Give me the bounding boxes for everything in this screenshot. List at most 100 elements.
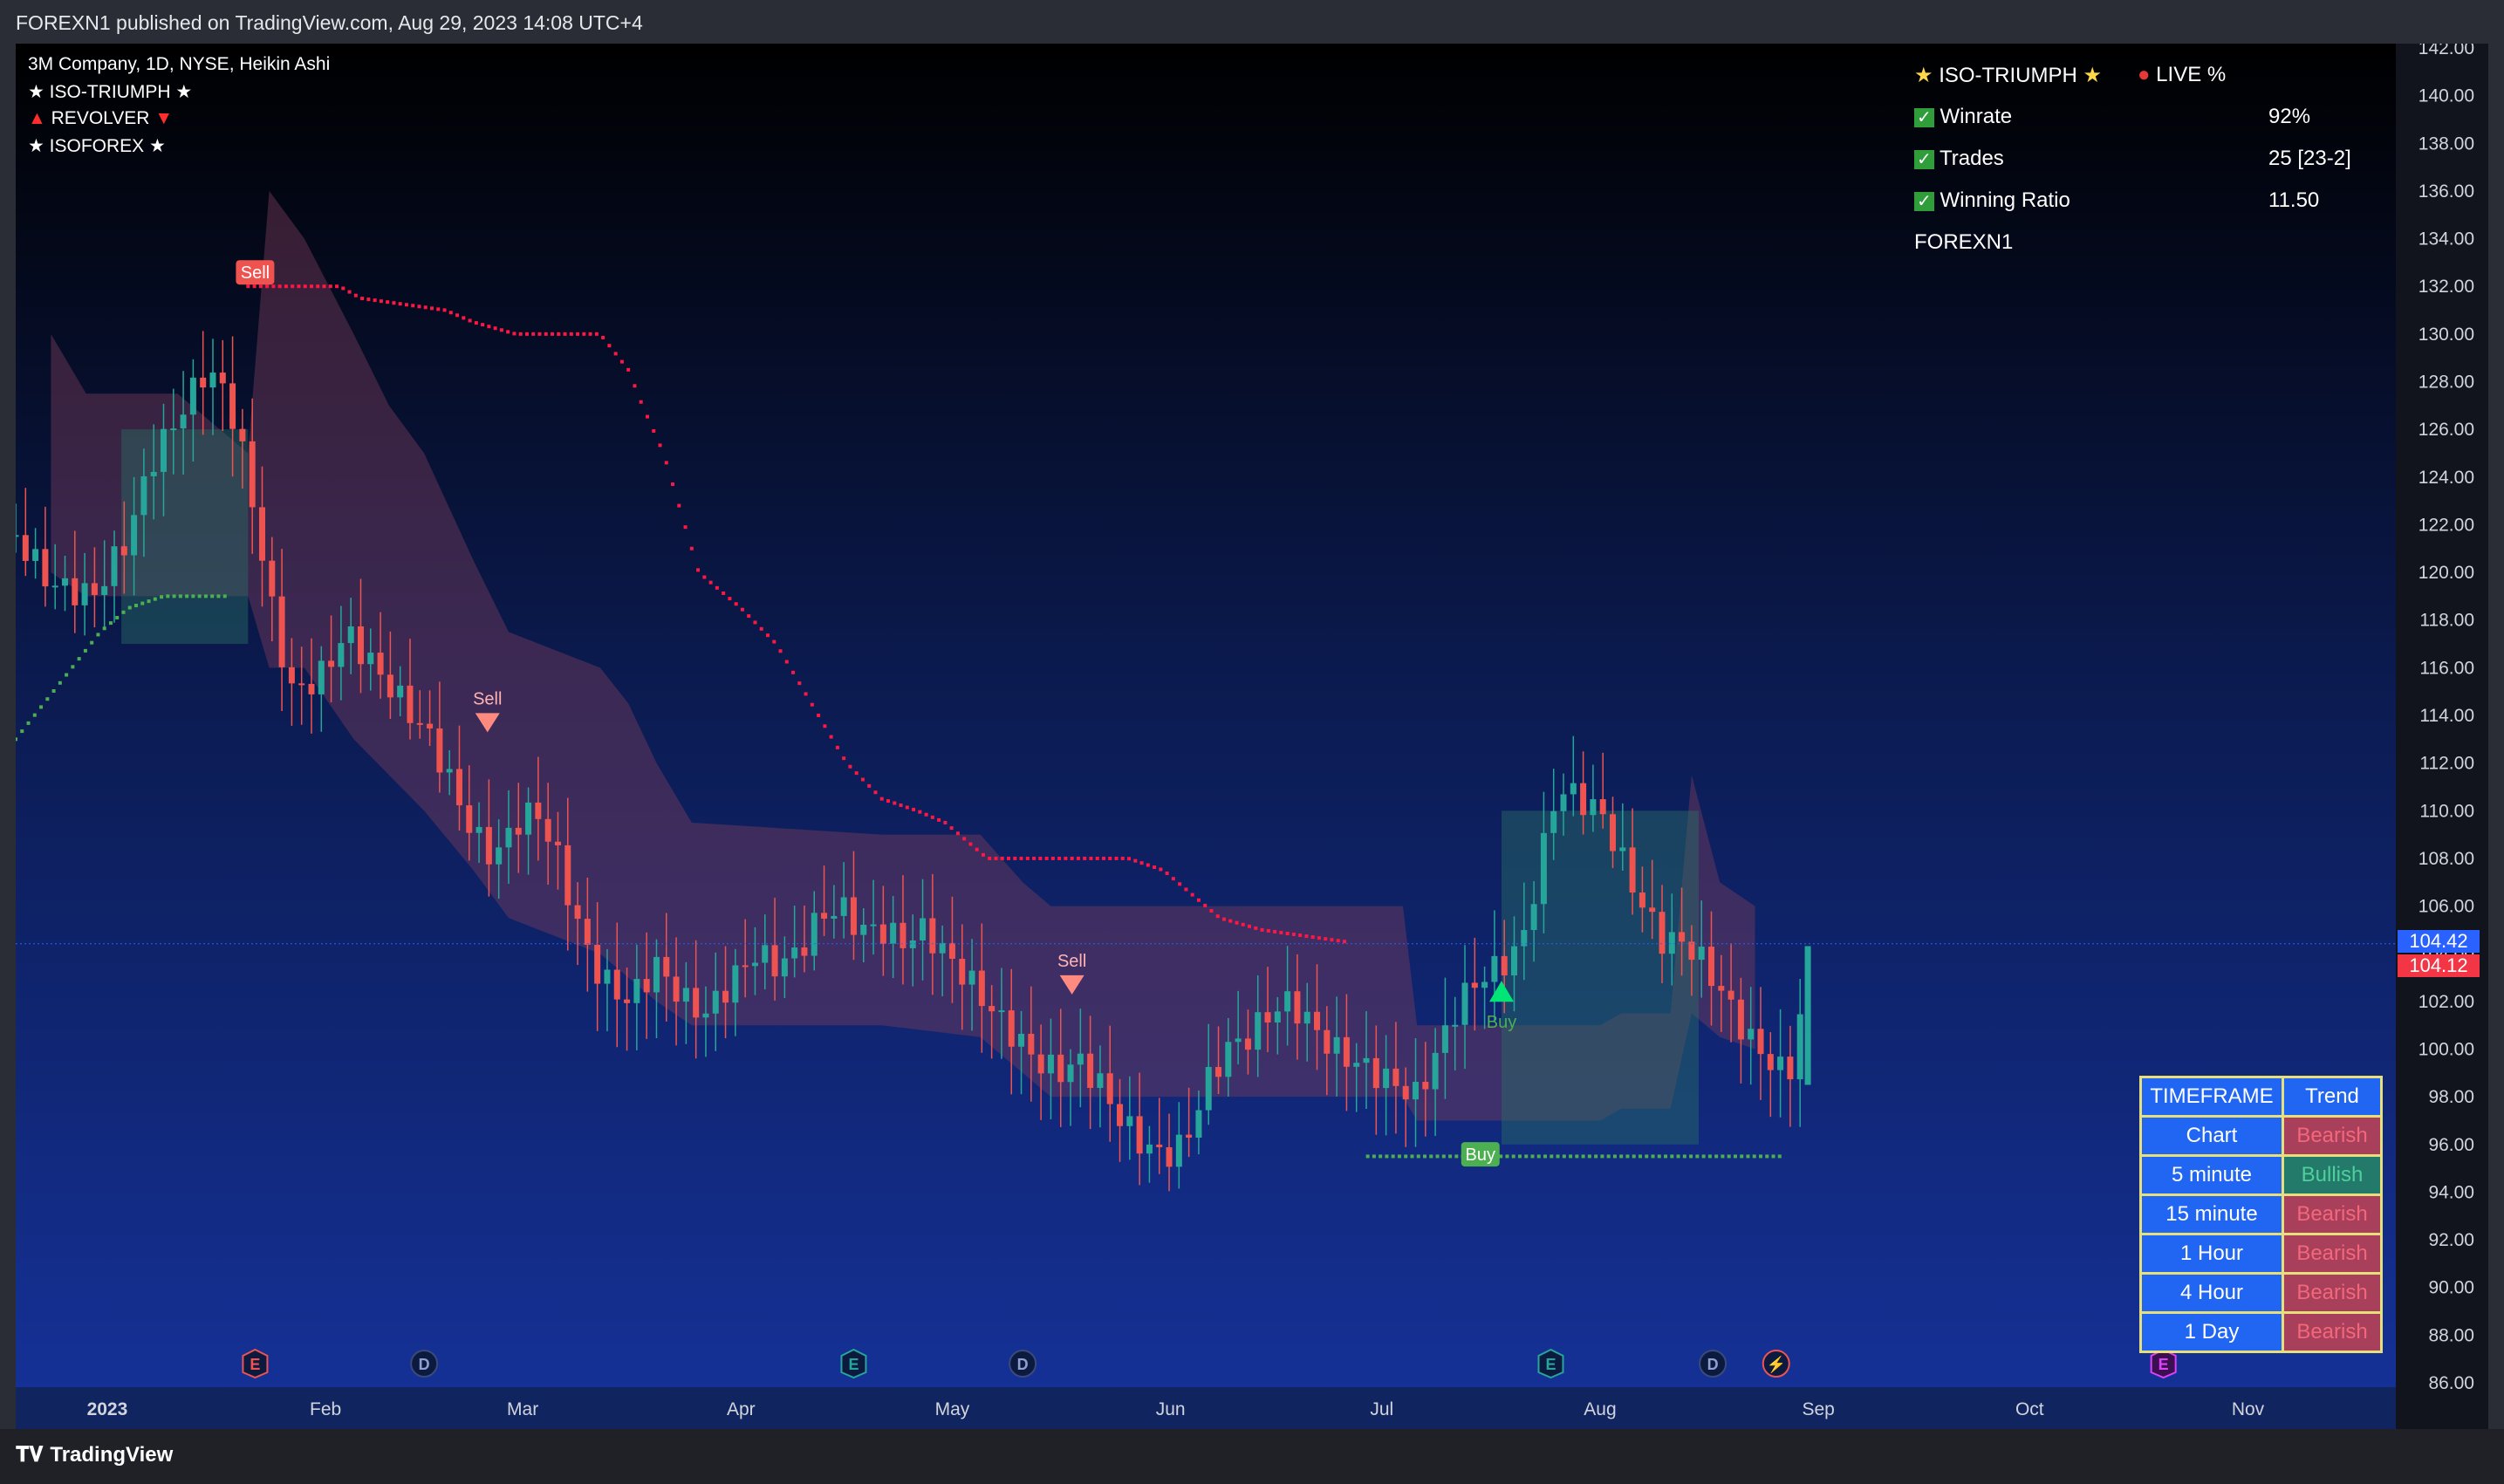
- candle-body: [258, 507, 265, 561]
- sell-stop-dot: [594, 332, 599, 336]
- check-icon: ✓: [1914, 150, 1934, 169]
- candle-body: [1707, 947, 1715, 987]
- chart-area[interactable]: Sell Sell Sell Buy Buy 142.00 140.00 138.00 136…: [16, 44, 2488, 1429]
- candle-body: [1372, 1057, 1379, 1089]
- indicator-isoforex[interactable]: ★ ISOFOREX ★: [28, 135, 166, 157]
- candle-body: [1077, 1053, 1084, 1065]
- sell-stop-dot: [563, 332, 567, 336]
- buy-stop-dot: [1727, 1154, 1731, 1159]
- candle-body: [170, 428, 177, 431]
- event-marker-glyph: E: [250, 1356, 260, 1373]
- candle-body: [328, 660, 335, 667]
- buy-stop-dot: [1372, 1154, 1376, 1159]
- table-row: 1 Day Bearish: [2139, 1311, 2383, 1353]
- candle-body: [1639, 892, 1645, 908]
- candle-body: [475, 826, 482, 833]
- table-row: 1 Hour Bearish: [2139, 1233, 2383, 1275]
- candle-body: [1727, 990, 1734, 1000]
- buy-stop-dot: [1771, 1154, 1775, 1159]
- sell-stop-dot: [759, 626, 763, 631]
- buy-stop-dot: [1625, 1154, 1630, 1159]
- buy-stop-dot: [1765, 1154, 1769, 1159]
- sell-stop-dot: [867, 783, 872, 788]
- candle-body: [377, 653, 384, 675]
- bullish-cloud: [121, 429, 249, 645]
- timeframe-cell: 1 Hour: [2139, 1233, 2284, 1275]
- sell-stop-dot: [1038, 856, 1043, 860]
- candle-body: [989, 1006, 995, 1012]
- star-icon: ★: [175, 82, 193, 102]
- candle-body: [840, 897, 847, 916]
- buy-stop-dot: [45, 697, 50, 701]
- candle-body: [249, 441, 256, 508]
- price-tick-label: 124.00: [2418, 468, 2474, 488]
- candle-body: [338, 643, 345, 667]
- buy-stop-dot: [1575, 1154, 1579, 1159]
- candle-body: [544, 818, 551, 842]
- sell-stop-dot: [524, 332, 529, 336]
- candle-body: [1028, 1033, 1035, 1055]
- sell-stop-dot: [455, 313, 460, 318]
- candle-body: [407, 685, 414, 723]
- sell-stop-dot: [1279, 930, 1283, 934]
- sell-stop-dot: [778, 649, 783, 653]
- sell-stop-dot: [1291, 933, 1296, 937]
- candle-body: [288, 667, 295, 684]
- symbol-title[interactable]: 3M Company, 1D, NYSE, Heikin Ashi: [28, 54, 330, 75]
- time-tick-label: Oct: [2015, 1399, 2044, 1419]
- sell-stop-dot: [943, 820, 948, 824]
- sell-stop-dot: [531, 332, 536, 336]
- candle-body: [1156, 1144, 1163, 1148]
- tradingview-logo[interactable]: 𝐓𝐕 TradingView: [16, 1443, 173, 1467]
- sell-stop-dot: [937, 817, 941, 822]
- triangle-up-red-icon: ▲: [28, 108, 46, 128]
- candle-body: [1166, 1147, 1173, 1167]
- candle-body: [1452, 1024, 1459, 1027]
- time-tick-label: Apr: [727, 1399, 756, 1419]
- buy-stop-dot: [1714, 1154, 1719, 1159]
- sell-stop-dot: [715, 585, 719, 590]
- price-axis[interactable]: [2396, 44, 2488, 1429]
- sell-stop-dot: [924, 812, 928, 817]
- candle-body: [624, 999, 631, 1003]
- buy-stop-dot: [166, 594, 170, 598]
- sell-stop-dot: [404, 303, 408, 307]
- candle-body: [446, 769, 453, 773]
- stats-label: Winning Ratio: [1940, 188, 2070, 212]
- stats-author: FOREXN1: [1914, 230, 2014, 254]
- candle-body: [1629, 847, 1636, 893]
- stats-title: ★ ISO-TRIUMPH ★: [1914, 63, 2102, 88]
- tv-mark-icon: 𝐓𝐕: [16, 1443, 44, 1467]
- sell-stop-dot: [968, 842, 973, 846]
- sell-stop-dot: [848, 764, 852, 769]
- buy-stop-dot: [1454, 1154, 1459, 1159]
- candle-body: [1018, 1033, 1025, 1047]
- sell-stop-dot: [658, 443, 662, 448]
- sell-stop-dot: [962, 837, 967, 841]
- sell-stop-dot: [569, 332, 573, 336]
- buy-stop-dot: [1664, 1154, 1668, 1159]
- candle-body: [357, 626, 364, 665]
- sell-stop-dot: [481, 323, 485, 327]
- indicator-iso-triumph[interactable]: ★ ISO-TRIUMPH ★: [28, 81, 192, 103]
- time-tick-label: May: [935, 1399, 970, 1419]
- publish-header: FOREXN1 published on TradingView.com, Au…: [0, 0, 2504, 44]
- price-tick-label: 116.00: [2419, 658, 2474, 678]
- price-tick-label: 98.00: [2428, 1087, 2474, 1107]
- candle-body: [1402, 1085, 1409, 1100]
- star-icon: ★: [28, 82, 44, 102]
- chart-canvas[interactable]: Sell Sell Sell Buy Buy 142.00 140.00 138.00 136…: [16, 44, 2488, 1429]
- sell-stop-dot: [1336, 939, 1340, 943]
- candle-body: [968, 970, 975, 985]
- time-tick-label: Jul: [1370, 1399, 1393, 1419]
- trend-cell: Bearish: [2282, 1311, 2383, 1353]
- buy-stop-dot: [1435, 1154, 1440, 1159]
- candle-body: [1314, 1011, 1321, 1030]
- sell-stop-dot: [1241, 922, 1245, 927]
- sell-stop-dot: [696, 568, 701, 572]
- sell-stop-dot: [366, 297, 371, 302]
- timeframe-cell: 5 minute: [2139, 1154, 2284, 1196]
- candle-body: [111, 546, 118, 586]
- indicator-revolver[interactable]: ▲ REVOLVER ▼: [28, 108, 173, 129]
- buy-stop-dot: [140, 601, 145, 605]
